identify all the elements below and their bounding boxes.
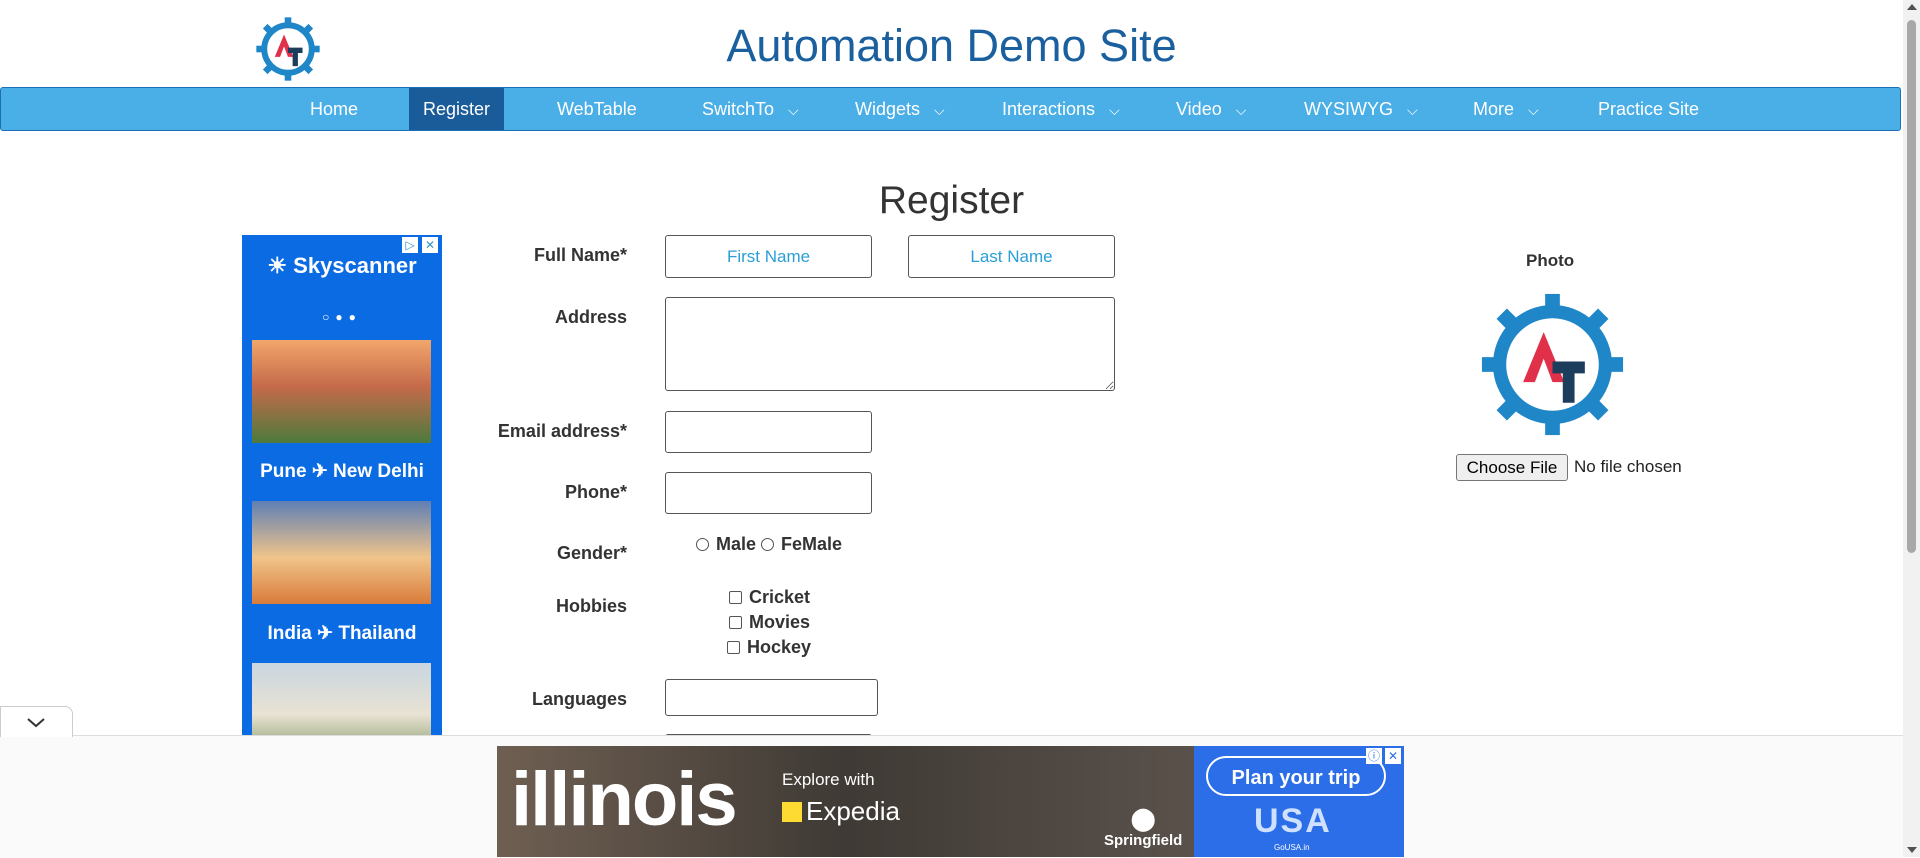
nav-practice-site-label: Practice Site [1598, 99, 1700, 119]
nav-practice-site[interactable]: Practice Site [1598, 88, 1699, 130]
nav-more[interactable]: More ⌵ [1473, 88, 1539, 130]
chevron-down-icon: ⌵ [1528, 102, 1539, 118]
close-icon[interactable]: ✕ [1385, 748, 1401, 764]
chevron-down-icon: ⌵ [1109, 102, 1120, 118]
gender-label: Gender* [556, 543, 627, 563]
plan-trip-button[interactable]: Plan your trip [1206, 756, 1386, 796]
last-name-input[interactable] [908, 235, 1115, 278]
choose-file-button[interactable]: Choose File [1456, 454, 1568, 481]
nav-widgets-label: Widgets [855, 99, 921, 119]
site-title: Automation Demo Site [726, 20, 1177, 71]
nav-wysiwyg-label: WYSIWYG [1304, 99, 1393, 119]
ad-image-plane [252, 501, 431, 604]
carousel-dots: ○●● [322, 310, 362, 324]
hobby-movies-label: Movies [749, 612, 811, 632]
nav-switchto[interactable]: SwitchTo ⌵ [702, 88, 799, 130]
photo-preview-logo [1481, 293, 1624, 436]
chevron-down-icon: ⌵ [1235, 102, 1247, 118]
ad-usa-panel: Plan your trip USA GoUSA.in ⓘ ✕ [1194, 746, 1404, 857]
nav-register-label: Register [422, 99, 491, 119]
ad-expedia-logo: Expedia [782, 796, 900, 827]
phone-input[interactable] [665, 472, 872, 514]
main-nav: Home Register WebTable SwitchTo ⌵ Widgets… [0, 87, 1901, 131]
nav-webtable[interactable]: WebTable [557, 88, 637, 130]
ad-info-icon[interactable]: ▷ [402, 237, 418, 253]
map-pin-icon: ⬤ [1130, 806, 1156, 831]
hobby-movies-checkbox[interactable] [729, 616, 742, 629]
scroll-down-icon[interactable] [1907, 847, 1917, 853]
nav-widgets[interactable]: Widgets ⌵ [855, 88, 945, 130]
ad-route-1: Pune ✈ New Delhi [260, 461, 424, 482]
email-label: Email address* [497, 421, 627, 441]
nav-interactions[interactable]: Interactions ⌵ [1002, 88, 1120, 130]
nav-home-label: Home [310, 99, 359, 119]
file-status-text: No file chosen [1574, 457, 1682, 476]
page-title: Register [878, 179, 1025, 222]
ad-info-icon[interactable]: ⓘ [1366, 748, 1382, 764]
chevron-down-icon: ⌵ [1407, 102, 1418, 118]
nav-more-label: More [1473, 99, 1515, 119]
scrollbar-thumb[interactable] [1907, 20, 1916, 553]
address-label: Address [554, 307, 627, 327]
ad-illinois[interactable]: illinois Explore with Expedia ⬤ Springfie… [497, 746, 1404, 857]
nav-interactions-label: Interactions [1002, 99, 1096, 119]
nav-switchto-label: SwitchTo [702, 99, 775, 119]
nav-webtable-label: WebTable [557, 99, 637, 119]
gender-male-radio[interactable] [696, 538, 709, 551]
hobby-hockey-checkbox[interactable] [727, 641, 740, 654]
nav-wysiwyg[interactable]: WYSIWYG ⌵ [1304, 88, 1418, 130]
ad-usa-logo: USA [1254, 802, 1332, 840]
hobby-hockey-label: Hockey [747, 637, 812, 657]
gender-female-radio[interactable] [761, 538, 774, 551]
hobby-cricket-label: Cricket [749, 587, 811, 607]
collapse-ad-button[interactable] [0, 706, 73, 737]
ad-brand: ☀ Skyscanner [267, 253, 417, 278]
photo-label: Photo [1526, 251, 1575, 270]
languages-label: Languages [531, 689, 627, 709]
nav-home[interactable]: Home [310, 88, 358, 130]
ad-skyscanner[interactable]: ▷ ✕ ☀ Skyscanner ○●● Pune ✈ New Delhi In… [242, 235, 442, 740]
languages-multiselect[interactable] [665, 679, 878, 716]
nav-video-label: Video [1176, 99, 1222, 119]
site-header: Automation Demo Site [0, 0, 1903, 87]
ad-route-2: India ✈ Thailand [267, 623, 417, 644]
first-name-input[interactable] [665, 235, 872, 278]
address-textarea[interactable] [665, 297, 1115, 391]
ad-image-monument [252, 663, 431, 740]
ad-illinois-headline: illinois [511, 757, 738, 842]
ad-gousa-text: GoUSA.in [1274, 843, 1310, 852]
nav-video[interactable]: Video ⌵ [1176, 88, 1246, 130]
ad-image-delhi [252, 340, 431, 443]
phone-label: Phone* [564, 482, 627, 502]
hobby-cricket-checkbox[interactable] [729, 591, 742, 604]
nav-register[interactable]: Register [409, 88, 504, 130]
scroll-up-icon[interactable] [1907, 4, 1917, 10]
gender-male-label: Male [716, 534, 757, 554]
full-name-label: Full Name* [533, 245, 627, 265]
email-input[interactable] [665, 411, 872, 453]
chevron-down-icon: ⌵ [788, 102, 799, 118]
chevron-down-icon [27, 718, 45, 728]
ad-location-label: ⬤ Springfield [1104, 806, 1183, 849]
ad-explore-text: Explore with [782, 770, 875, 789]
chevron-down-icon: ⌵ [934, 102, 945, 118]
page-scrollbar[interactable] [1903, 0, 1920, 857]
hobbies-label: Hobbies [555, 596, 627, 616]
gender-female-label: FeMale [781, 534, 843, 554]
